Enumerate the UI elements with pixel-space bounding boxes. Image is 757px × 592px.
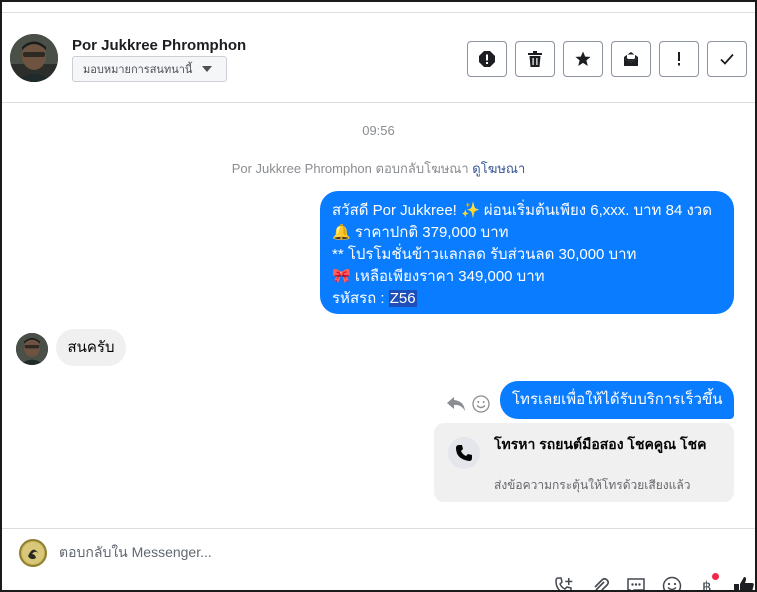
- conversation-header: Por Jukkree Phromphon มอบหมายการสนทนานี้: [2, 13, 755, 103]
- cta-subtitle: ส่งข้อความกระตุ้นให้โทรด้วยเสียงแล้ว: [494, 478, 691, 492]
- assign-conversation-label: มอบหมายการสนทนานี้: [83, 64, 193, 76]
- contact-avatar[interactable]: [10, 34, 58, 82]
- message-line: รหัสรถ : Z56: [332, 288, 722, 310]
- car-code-selected: Z56: [388, 290, 417, 307]
- follow-up-button[interactable]: [659, 41, 699, 77]
- contact-avatar-small: [16, 333, 48, 365]
- delete-button[interactable]: [515, 41, 555, 77]
- ad-reply-text: Por Jukkree Phromphon ตอบกลับโฆษณา: [231, 161, 469, 176]
- spam-button[interactable]: [467, 41, 507, 77]
- payment-baht-icon[interactable]: ฿: [697, 573, 719, 592]
- star-button[interactable]: [563, 41, 603, 77]
- reply-input[interactable]: [59, 544, 659, 560]
- call-cta-card[interactable]: โทรหา รถยนต์มือสอง โชคคูณ โชค ส่งข้อความ…: [434, 423, 734, 502]
- message-line: 🔔 ราคาปกติ 379,000 บาท: [332, 224, 509, 241]
- message-line: 🎀 เหลือเพียงราคา 349,000 บาท: [332, 268, 545, 285]
- trash-icon: [528, 51, 542, 67]
- mark-unread-icon: [624, 52, 638, 66]
- emoji-react-icon[interactable]: [472, 395, 490, 413]
- messenger-window: Por Jukkree Phromphon มอบหมายการสนทนานี้…: [0, 0, 757, 592]
- message-actions: [446, 395, 490, 413]
- phone-icon: [448, 437, 480, 469]
- page-avatar: [19, 539, 47, 567]
- message-timestamp: 09:56: [362, 123, 395, 138]
- view-ad-link[interactable]: ดูโฆษณา: [472, 161, 525, 176]
- check-icon: [720, 53, 734, 65]
- mark-unread-button[interactable]: [611, 41, 651, 77]
- assign-conversation-button[interactable]: มอบหมายการสนทนานี้: [72, 56, 227, 82]
- emoji-icon[interactable]: [661, 575, 683, 590]
- exclamation-icon: [678, 52, 680, 66]
- mark-done-button[interactable]: [707, 41, 747, 77]
- message-line: ** โปรโมชั่นข้าวแลกลด รับส่วนลด 30,000 บ…: [332, 246, 637, 263]
- like-icon[interactable]: [733, 575, 755, 590]
- call-add-icon[interactable]: [553, 575, 575, 590]
- cta-title: โทรหา รถยนต์มือสอง โชคคูณ โชค: [494, 436, 707, 452]
- composer-tools: ฿: [553, 573, 755, 592]
- ad-reply-note: Por Jukkree Phromphon ตอบกลับโฆษณา ดูโฆษ…: [2, 158, 755, 179]
- attachment-icon[interactable]: [589, 575, 611, 590]
- composer: ฿: [2, 528, 755, 592]
- notification-dot: [712, 573, 719, 580]
- spam-icon: [479, 51, 495, 67]
- message-line: สวัสดี Por Jukkree! ✨ ผ่อนเริ่มต้นเพียง …: [332, 202, 712, 219]
- star-icon: [575, 51, 591, 66]
- caret-down-icon: [202, 66, 213, 72]
- contact-name[interactable]: Por Jukkree Phromphon: [72, 37, 246, 54]
- svg-text:฿: ฿: [702, 578, 712, 592]
- outgoing-cta-message[interactable]: โทรเลยเพื่อให้ได้รับบริการเร็วขึ้น: [500, 381, 734, 419]
- saved-replies-icon[interactable]: [625, 575, 647, 590]
- car-code-label: รหัสรถ :: [332, 290, 389, 307]
- outgoing-message-bubble[interactable]: สวัสดี Por Jukkree! ✨ ผ่อนเริ่มต้นเพียง …: [320, 191, 734, 314]
- reply-icon[interactable]: [446, 395, 466, 413]
- incoming-message-bubble[interactable]: สนครับ: [56, 329, 126, 366]
